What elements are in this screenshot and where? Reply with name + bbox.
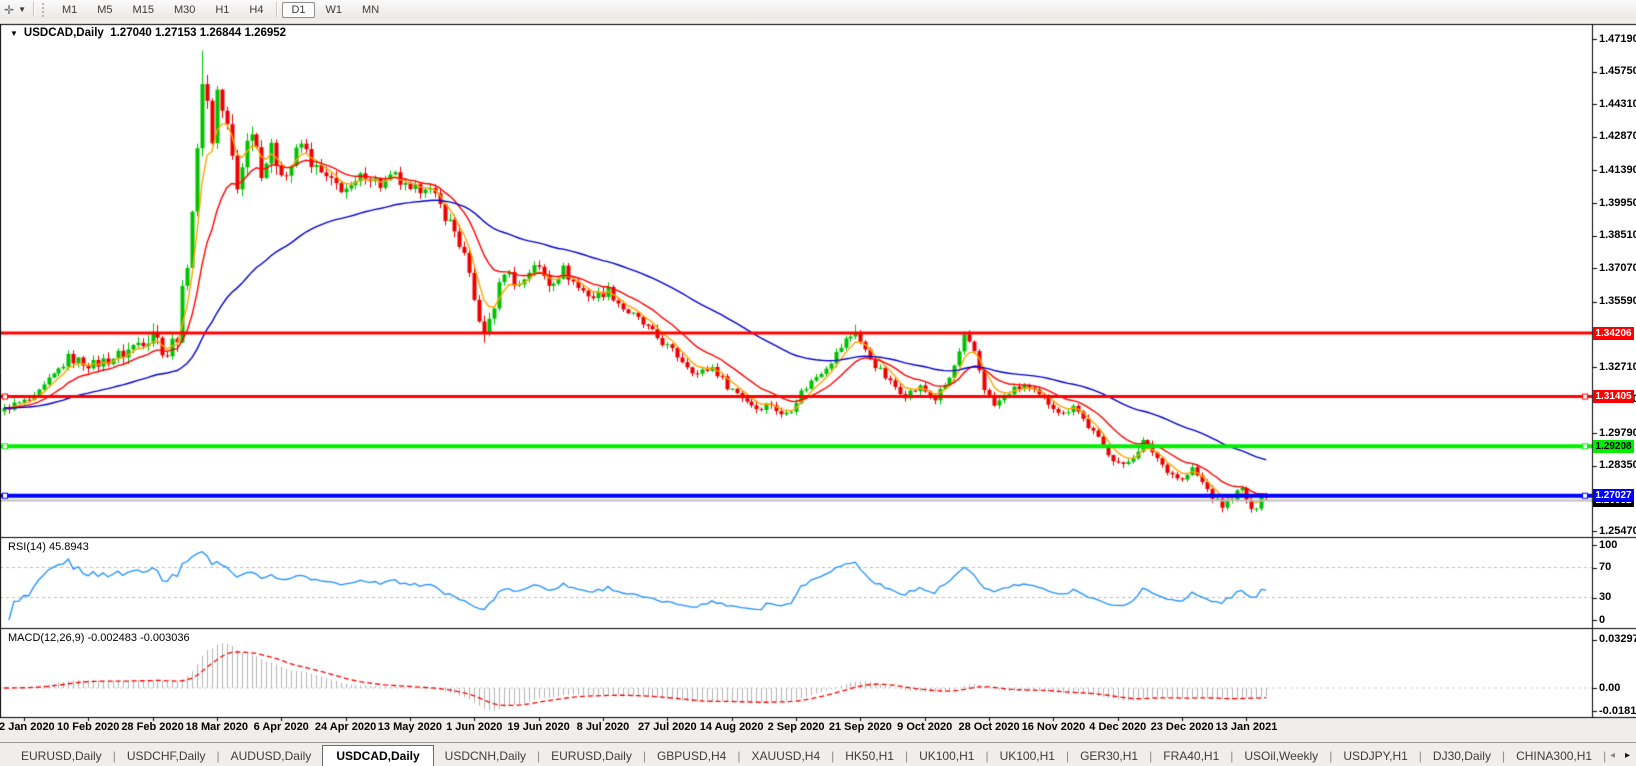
toolbar-separator <box>32 2 35 17</box>
date-axis-label[interactable]: 10 Feb 2020 <box>57 721 119 733</box>
toolbar-separator <box>276 2 279 17</box>
date-axis-label[interactable]: 22 Jan 2020 <box>0 721 55 733</box>
price-axis-tick: 1.25470 <box>1599 524 1636 537</box>
chart-tab-eurusd-daily[interactable]: EURUSD,Daily <box>10 746 113 766</box>
timeframe-button-d1[interactable]: D1 <box>282 1 315 18</box>
price-axis-tick: 1.35590 <box>1599 295 1636 308</box>
tab-scroll-left-icon[interactable]: ◂ <box>1610 750 1615 761</box>
date-axis-label[interactable]: 13 May 2020 <box>378 721 442 733</box>
price-axis-tick: 1.37070 <box>1599 261 1636 274</box>
price-axis-tick: 1.32710 <box>1599 360 1636 373</box>
date-axis-label[interactable]: 13 Jan 2021 <box>1216 721 1278 733</box>
date-axis-label[interactable]: 2 Sep 2020 <box>768 721 825 733</box>
macd-axis-tick: 0.00 <box>1599 681 1621 694</box>
price-axis-tick: 1.29790 <box>1599 426 1636 439</box>
rsi-axis-tick: 70 <box>1599 561 1612 573</box>
timeframe-button-m30[interactable]: M30 <box>165 2 204 18</box>
macd-axis-tick: -0.018154 <box>1599 704 1636 717</box>
date-axis-label[interactable]: 19 Jun 2020 <box>507 721 569 733</box>
price-axis-tick: 1.38510 <box>1599 229 1636 242</box>
chart-tab-china300-h1[interactable]: CHINA300,H1 <box>1505 746 1603 766</box>
date-axis-label[interactable]: 18 Mar 2020 <box>186 721 248 733</box>
chart-tab-xauusd-h4[interactable]: XAUUSD,H4 <box>740 746 831 766</box>
rsi-axis-tick: 100 <box>1599 538 1618 551</box>
price-axis-tick: 1.47190 <box>1599 32 1636 45</box>
chart-tab-usdchf-daily[interactable]: USDCHF,Daily <box>116 746 217 766</box>
price-axis-tick: 1.44310 <box>1599 97 1636 110</box>
timeframe-button-h4[interactable]: H4 <box>240 2 272 18</box>
timeframe-button-m5[interactable]: M5 <box>88 2 121 18</box>
date-axis-label[interactable]: 8 Jul 2020 <box>577 721 630 733</box>
tab-scroll-controls: ◂ ▸ <box>1610 743 1636 766</box>
toolbar: ✛ ▼ M1 M5 M15 M30 H1 H4 D1 W1 MN <box>0 0 1636 19</box>
crosshair-cursor-icon[interactable]: ✛ <box>4 3 14 17</box>
date-axis-label[interactable]: 6 Apr 2020 <box>254 721 309 733</box>
chart-tab-bar: EURUSD,Daily | USDCHF,Daily | AUDUSD,Daily US… <box>0 742 1636 766</box>
timeframe-button-m1[interactable]: M1 <box>53 2 86 18</box>
chart-tabs: EURUSD,Daily | USDCHF,Daily | AUDUSD,Daily US… <box>0 743 1610 766</box>
timeframe-button-w1[interactable]: W1 <box>317 2 352 18</box>
chart-tab-usdcnh-daily[interactable]: USDCNH,Daily <box>434 746 537 766</box>
price-line-label: 1.29208 <box>1593 439 1634 453</box>
chart-tab-dj30-daily[interactable]: DJ30,Daily <box>1422 746 1502 766</box>
date-axis-label[interactable]: 28 Oct 2020 <box>958 721 1019 733</box>
date-axis-label[interactable]: 24 Apr 2020 <box>315 721 376 733</box>
chart-tab-uk100-h1[interactable]: UK100,H1 <box>908 746 985 766</box>
price-line-label: 1.34206 <box>1593 326 1634 340</box>
rsi-indicator-label: RSI(14) 45.8943 <box>8 541 89 553</box>
price-axis-tick: 1.42870 <box>1599 130 1636 143</box>
chart-tab-uk100-h1[interactable]: UK100,H1 <box>989 746 1066 766</box>
price-line-label: 1.27027 <box>1593 489 1634 503</box>
mt4-window: ✛ ▼ M1 M5 M15 M30 H1 H4 D1 W1 MN ▼ USDCAD,Daily 1… <box>0 0 1636 766</box>
chart-ohlc-label: 1.27040 1.27153 1.26844 1.26952 <box>110 27 287 39</box>
timeframe-button-mn[interactable]: MN <box>353 2 388 18</box>
chart-tab-ger30-h1[interactable]: GER30,H1 <box>1069 746 1149 766</box>
date-axis-label[interactable]: 1 Jun 2020 <box>446 721 502 733</box>
chart-tab-usdcad-daily[interactable]: USDCAD,Daily <box>322 745 434 766</box>
price-axis-tick: 1.41390 <box>1599 163 1636 176</box>
tab-scroll-right-icon[interactable]: ▸ <box>1625 750 1630 761</box>
chart-title: ▼ USDCAD,Daily 1.27040 1.27153 1.26844 1.… <box>10 27 286 39</box>
toolbar-grip-handle[interactable] <box>41 2 48 17</box>
price-chart-canvas[interactable] <box>0 0 1636 766</box>
timeframe-button-h1[interactable]: H1 <box>206 2 238 18</box>
chart-tab-gbpusd-h4[interactable]: GBPUSD,H4 <box>646 746 737 766</box>
date-axis-label[interactable]: 16 Nov 2020 <box>1022 721 1086 733</box>
chart-tab-fra40-h1[interactable]: FRA40,H1 <box>1152 746 1230 766</box>
chart-tab-hk50-h1[interactable]: HK50,H1 <box>834 746 905 766</box>
date-axis-label[interactable]: 23 Dec 2020 <box>1151 721 1214 733</box>
price-axis-tick: 1.45750 <box>1599 65 1636 78</box>
chart-tab-eurusd-daily[interactable]: EURUSD,Daily <box>540 746 643 766</box>
rsi-axis-tick: 30 <box>1599 591 1612 603</box>
date-axis-label[interactable]: 14 Aug 2020 <box>700 721 764 733</box>
price-line-label: 1.31405 <box>1593 390 1634 404</box>
chart-symbol-label: USDCAD,Daily <box>23 27 104 39</box>
rsi-axis-tick: 0 <box>1599 613 1606 626</box>
macd-indicator-label: MACD(12,26,9) -0.002483 -0.003036 <box>8 632 190 644</box>
chart-tab-audusd-daily[interactable]: AUDUSD,Daily <box>220 746 323 766</box>
macd-axis-tick: 0.032972 <box>1599 633 1636 646</box>
cursor-dropdown-icon[interactable]: ▼ <box>18 5 26 14</box>
chart-tab-usoil-weekly[interactable]: USOil,Weekly <box>1233 746 1329 766</box>
chart-tab-usdjpy-h1[interactable]: USDJPY,H1 <box>1332 746 1418 766</box>
date-axis-label[interactable]: 4 Dec 2020 <box>1089 721 1146 733</box>
price-axis-tick: 1.39950 <box>1599 196 1636 209</box>
price-axis-tick: 1.28350 <box>1599 459 1636 472</box>
timeframe-button-m15[interactable]: M15 <box>124 2 163 18</box>
date-axis-label[interactable]: 28 Feb 2020 <box>121 721 183 733</box>
timeframe-button-group: M1 M5 M15 M30 H1 H4 D1 W1 MN <box>52 1 389 18</box>
date-axis-label[interactable]: 9 Oct 2020 <box>897 721 952 733</box>
date-axis-label[interactable]: 21 Sep 2020 <box>829 721 892 733</box>
date-axis-label[interactable]: 27 Jul 2020 <box>638 721 697 733</box>
chart-collapse-icon[interactable]: ▼ <box>10 29 18 38</box>
